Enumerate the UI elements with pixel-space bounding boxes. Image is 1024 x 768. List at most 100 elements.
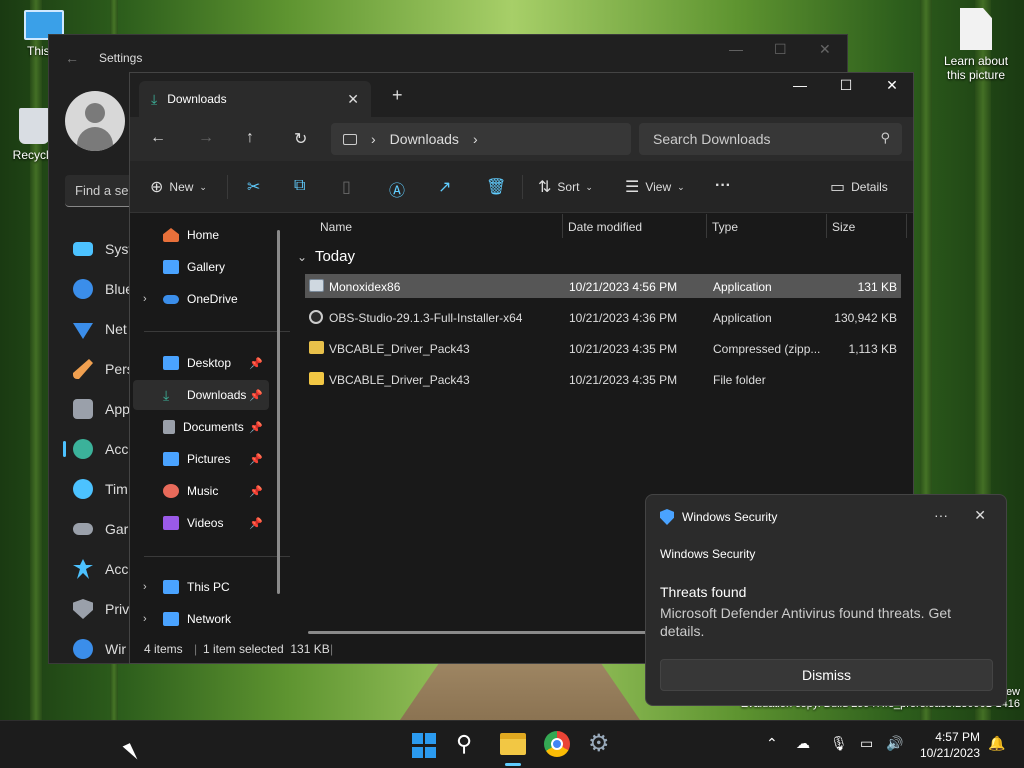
- search-input[interactable]: Search Downloads ⚲: [639, 123, 902, 155]
- paste-button[interactable]: ▯: [342, 177, 351, 197]
- breadcrumb[interactable]: Downloads: [390, 131, 459, 147]
- clock[interactable]: 4:57 PM 10/21/2023: [920, 729, 980, 761]
- column-header-type[interactable]: Type: [712, 220, 738, 234]
- speaker-icon[interactable]: 🔊: [886, 735, 903, 752]
- notification-message[interactable]: Microsoft Defender Antivirus found threa…: [660, 604, 980, 640]
- settings-nav-item[interactable]: Gar: [65, 509, 134, 549]
- close-tab-icon[interactable]: ✕: [347, 91, 359, 108]
- pin-icon[interactable]: 📌: [249, 485, 263, 498]
- system-icon: [73, 242, 93, 256]
- chevron-up-icon[interactable]: ⌃: [766, 735, 778, 752]
- nav-item-onedrive[interactable]: › OneDrive: [133, 284, 269, 314]
- rename-button[interactable]: Ⓐ: [389, 177, 405, 201]
- maximize-icon[interactable]: ☐: [823, 77, 869, 94]
- group-header-today[interactable]: ⌄ Today: [297, 248, 355, 265]
- back-arrow-icon[interactable]: ←: [150, 129, 166, 147]
- gamepad-icon: [73, 523, 93, 535]
- maximize-icon[interactable]: ☐: [774, 41, 787, 58]
- minimize-icon[interactable]: —: [777, 77, 823, 93]
- new-button[interactable]: ⊕ New ⌄: [150, 177, 207, 197]
- gallery-icon: [163, 260, 179, 274]
- dismiss-button[interactable]: Dismiss: [660, 659, 993, 691]
- nav-item-home[interactable]: Home: [133, 220, 269, 250]
- forward-arrow-icon[interactable]: →: [198, 129, 214, 147]
- address-bar[interactable]: › Downloads ›: [331, 123, 631, 155]
- settings-taskbar-icon[interactable]: ⚙: [588, 731, 614, 757]
- settings-nav-item[interactable]: Acc: [63, 429, 134, 469]
- desktop-icon-learn-about-picture[interactable]: Learn about this picture: [936, 8, 1016, 82]
- close-icon[interactable]: ✕: [974, 507, 986, 524]
- settings-nav-item[interactable]: Tim: [65, 469, 134, 509]
- file-row[interactable]: OBS-Studio-29.1.3-Full-Installer-x64 10/…: [305, 305, 901, 329]
- pin-icon[interactable]: 📌: [249, 453, 263, 466]
- more-options-button[interactable]: ···: [715, 177, 731, 195]
- notification-bell-icon[interactable]: 🔔: [988, 735, 1005, 752]
- back-arrow-icon[interactable]: ←: [65, 50, 79, 66]
- nav-item-pictures[interactable]: Pictures 📌: [133, 444, 269, 474]
- nav-item-network[interactable]: › Network: [133, 604, 269, 634]
- security-notification[interactable]: Windows Security ··· ✕ Windows Security …: [645, 494, 1007, 706]
- microphone-icon[interactable]: 🎙: [830, 735, 848, 752]
- column-header-size[interactable]: Size: [832, 220, 855, 234]
- settings-nav-item[interactable]: Wir: [65, 629, 134, 669]
- sort-button[interactable]: ⇅ Sort ⌄: [538, 177, 593, 197]
- chevron-right-icon[interactable]: ›: [473, 131, 478, 147]
- refresh-icon[interactable]: ↻: [294, 129, 307, 149]
- nav-item-this-pc[interactable]: › This PC: [133, 572, 269, 602]
- view-button[interactable]: ☰ View ⌄: [625, 177, 685, 197]
- horizontal-scrollbar[interactable]: [308, 631, 648, 634]
- chevron-right-icon[interactable]: ›: [143, 581, 147, 593]
- chevron-right-icon[interactable]: ›: [143, 293, 147, 305]
- file-row[interactable]: VBCABLE_Driver_Pack43 10/21/2023 4:35 PM…: [305, 367, 901, 391]
- pin-icon[interactable]: 📌: [249, 517, 263, 530]
- share-button[interactable]: ↗: [438, 177, 451, 197]
- rename-icon: Ⓐ: [389, 183, 406, 200]
- pin-icon[interactable]: 📌: [249, 357, 263, 370]
- settings-nav-item[interactable]: Priv: [65, 589, 134, 629]
- settings-nav-item[interactable]: Syst: [65, 229, 134, 269]
- cloud-icon[interactable]: ☁: [796, 735, 810, 752]
- file-row[interactable]: Monoxidex86 10/21/2023 4:56 PM Applicati…: [305, 274, 901, 298]
- search-icon[interactable]: ⚲: [456, 731, 482, 757]
- network-icon[interactable]: ▭: [860, 735, 873, 752]
- videos-icon: [163, 516, 179, 530]
- nav-item-documents[interactable]: Documents 📌: [133, 412, 269, 442]
- file-row[interactable]: VBCABLE_Driver_Pack43 10/21/2023 4:35 PM…: [305, 336, 901, 360]
- pin-icon[interactable]: 📌: [249, 389, 263, 402]
- delete-button[interactable]: 🗑: [486, 177, 506, 197]
- copy-button[interactable]: ⧉: [294, 177, 305, 195]
- chevron-down-icon: ⌄: [297, 250, 308, 264]
- minimize-icon[interactable]: —: [729, 41, 743, 57]
- nav-item-gallery[interactable]: Gallery: [133, 252, 269, 282]
- pin-icon[interactable]: 📌: [249, 421, 263, 434]
- view-icon: ☰: [625, 179, 640, 196]
- more-icon[interactable]: ···: [934, 507, 948, 523]
- settings-nav-item[interactable]: Acc: [65, 549, 134, 589]
- details-button[interactable]: ▭ Details: [830, 177, 888, 197]
- cut-button[interactable]: ✂: [247, 177, 260, 197]
- close-icon[interactable]: ✕: [819, 41, 831, 58]
- settings-nav-item[interactable]: Blue: [65, 269, 134, 309]
- settings-nav-item[interactable]: App: [65, 389, 134, 429]
- home-icon: [163, 228, 179, 242]
- nav-item-music[interactable]: Music 📌: [133, 476, 269, 506]
- nav-scrollbar[interactable]: [277, 230, 280, 594]
- chevron-right-icon[interactable]: ›: [143, 613, 147, 625]
- start-button[interactable]: [412, 733, 438, 759]
- new-tab-icon[interactable]: +: [392, 85, 403, 106]
- network-icon: [163, 612, 179, 626]
- scissors-icon: ✂: [247, 179, 261, 196]
- nav-item-desktop[interactable]: Desktop 📌: [133, 348, 269, 378]
- settings-nav-item[interactable]: Net: [65, 309, 134, 349]
- active-app-indicator: [505, 763, 521, 766]
- file-explorer-taskbar-icon[interactable]: [500, 733, 526, 755]
- close-icon[interactable]: ✕: [869, 77, 915, 94]
- nav-item-downloads[interactable]: ⤓ Downloads 📌: [133, 380, 269, 410]
- column-header-name[interactable]: Name: [320, 220, 352, 234]
- tab-downloads[interactable]: ⤓ Downloads ✕: [139, 81, 371, 117]
- nav-item-videos[interactable]: Videos 📌: [133, 508, 269, 538]
- chrome-icon[interactable]: [544, 731, 570, 757]
- settings-nav-item[interactable]: Pers: [65, 349, 134, 389]
- column-header-date[interactable]: Date modified: [568, 220, 642, 234]
- up-arrow-icon[interactable]: ↑: [246, 129, 254, 147]
